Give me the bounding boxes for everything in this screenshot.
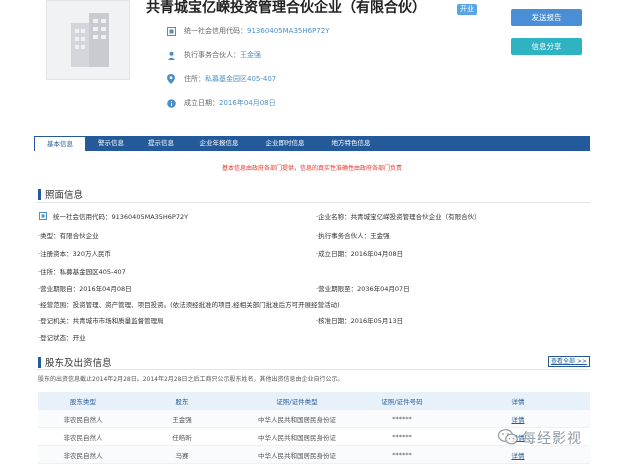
field-type: ·类型：有限合伙企业 (38, 232, 99, 240)
cell-id-type: 中华人民共和国居民身份证 (258, 415, 336, 424)
company-name: 共青城宝亿嵘投资管理合伙企业（有限合伙） (146, 0, 426, 16)
shareholder-section-title: 股东及出资信息 (45, 358, 112, 369)
building-icon (71, 13, 109, 67)
field-term-to: ·营业期限至：2036年04月07日 (316, 285, 410, 293)
cell-id-number: ****** (392, 414, 412, 423)
shareholder-section-header: 股东及出资信息 (38, 355, 112, 369)
table-row: 非农民自然人 马赛 中华人民共和国居民身份证 ****** 详情 (38, 446, 590, 464)
partner-label: 执行事务合伙人： (184, 51, 240, 59)
tab-annual-report[interactable]: 企业年报信息 (186, 136, 252, 151)
source-notice: 基本信息由政府各部门提供，信息的真实性准确性由政府各部门负责 (221, 165, 402, 172)
header-credit-code: 统一社会信用代码： 91360405MA35H6P72Y (166, 26, 330, 36)
section-marker (38, 356, 41, 368)
field-address: ·住所：私募基金园区405-407 (38, 268, 126, 276)
col-header-detail: 详情 (511, 398, 525, 406)
cell-shareholder: 任皓昕 (172, 433, 192, 442)
view-all-link[interactable]: 查看全部 >> (548, 356, 590, 367)
license-section-header: 照面信息 (38, 187, 83, 201)
cell-detail: 详情 (446, 414, 590, 424)
col-header-type: 股东类型 (70, 398, 96, 406)
header-address: 住所： 私募基金园区405-407 (166, 74, 276, 84)
credit-code-small-icon (38, 212, 47, 221)
detail-link[interactable]: 详情 (512, 416, 525, 424)
established-value: 2016年04月08日 (219, 99, 276, 107)
status-badge: 开业 (457, 4, 477, 15)
field-enterprise-name: ·企业名称：共青城宝亿嵘投资管理合伙企业（有限合伙） (316, 213, 481, 221)
table-row: 非农民自然人 王金强 中华人民共和国居民身份证 ****** 详情 (38, 410, 590, 428)
detail-link[interactable]: 详情 (512, 452, 525, 460)
share-info-button[interactable]: 信息分享 (511, 38, 582, 55)
tab-basic-info[interactable]: 基本信息 (34, 136, 86, 151)
person-icon (166, 50, 176, 60)
header-partner: 执行事务合伙人： 王金强 (166, 50, 261, 60)
tab-notice-info[interactable]: 提示信息 (136, 136, 186, 151)
cell-id-type: 中华人民共和国居民身份证 (258, 451, 336, 460)
cell-type: 非农民自然人 (63, 451, 103, 460)
field-capital: ·注册资本：320万人民币 (38, 250, 111, 258)
info-tabs: 基本信息 警示信息 提示信息 企业年报信息 企业即时信息 地方特色信息 (34, 136, 590, 151)
field-authority: ·登记机关：共青城市市场和质量监督管理局 (38, 317, 164, 325)
cell-type: 非农民自然人 (63, 433, 103, 442)
wechat-icon (497, 429, 518, 447)
shareholder-note: 股东的出资信息截止2014年2月28日。2014年2月28日之后工商只公示股东姓… (38, 376, 344, 383)
field-partner: ·执行事务合伙人：王金强 (316, 232, 390, 240)
credit-code-icon (166, 26, 176, 36)
field-established: ·成立日期：2016年04月08日 (316, 250, 404, 258)
license-section-title: 照面信息 (45, 190, 84, 201)
credit-code-label: 统一社会信用代码： (184, 27, 247, 35)
cell-type: 非农民自然人 (63, 415, 103, 424)
company-logo-placeholder (46, 0, 130, 80)
send-report-button[interactable]: 发送报告 (511, 9, 582, 26)
cell-id-type: 中华人民共和国居民身份证 (258, 433, 336, 442)
address-label: 住所： (184, 75, 205, 83)
info-circle-icon (166, 98, 176, 108)
section-divider (36, 202, 590, 203)
field-term-from: ·营业期限自：2016年04月08日 (38, 285, 132, 293)
cell-shareholder: 王金强 (172, 415, 192, 424)
col-header-shareholder: 股东 (175, 398, 189, 406)
cell-shareholder: 马赛 (175, 451, 189, 460)
location-pin-icon (166, 74, 176, 84)
section-marker (38, 188, 41, 200)
watermark-text: 每经影视 (522, 431, 582, 447)
credit-code-value: 91360405MA35H6P72Y (247, 27, 330, 35)
field-credit-code: 统一社会信用代码：91360405MA35H6P72Y (38, 211, 188, 221)
header-established: 成立日期： 2016年04月08日 (166, 98, 276, 108)
cell-id-number: ****** (392, 432, 412, 441)
address-value: 私募基金园区405-407 (205, 75, 277, 83)
tab-instant-info[interactable]: 企业即时信息 (252, 136, 318, 151)
tab-warning-info[interactable]: 警示信息 (86, 136, 136, 151)
cell-id-number: ****** (392, 450, 412, 459)
field-approval-date: ·核准日期：2016年05月13日 (316, 317, 404, 325)
cell-detail: 详情 (446, 450, 590, 460)
established-label: 成立日期： (184, 99, 219, 107)
section-divider (36, 369, 590, 370)
watermark: 每经影视 (497, 428, 582, 448)
partner-value: 王金强 (240, 51, 261, 59)
field-reg-status: ·登记状态：开业 (38, 334, 86, 342)
table-header-row: 股东类型 股东 证照/证件类型 证照/证件号码 详情 (38, 392, 590, 410)
col-header-id-type: 证照/证件类型 (276, 398, 318, 406)
col-header-id-number: 证照/证件号码 (381, 398, 423, 406)
tab-local-info[interactable]: 地方特色信息 (318, 136, 384, 151)
field-scope: ·经营范围：投资管理、资产管理、项目投资。(依法须经批准的项目,经相关部门批准后… (38, 301, 340, 309)
